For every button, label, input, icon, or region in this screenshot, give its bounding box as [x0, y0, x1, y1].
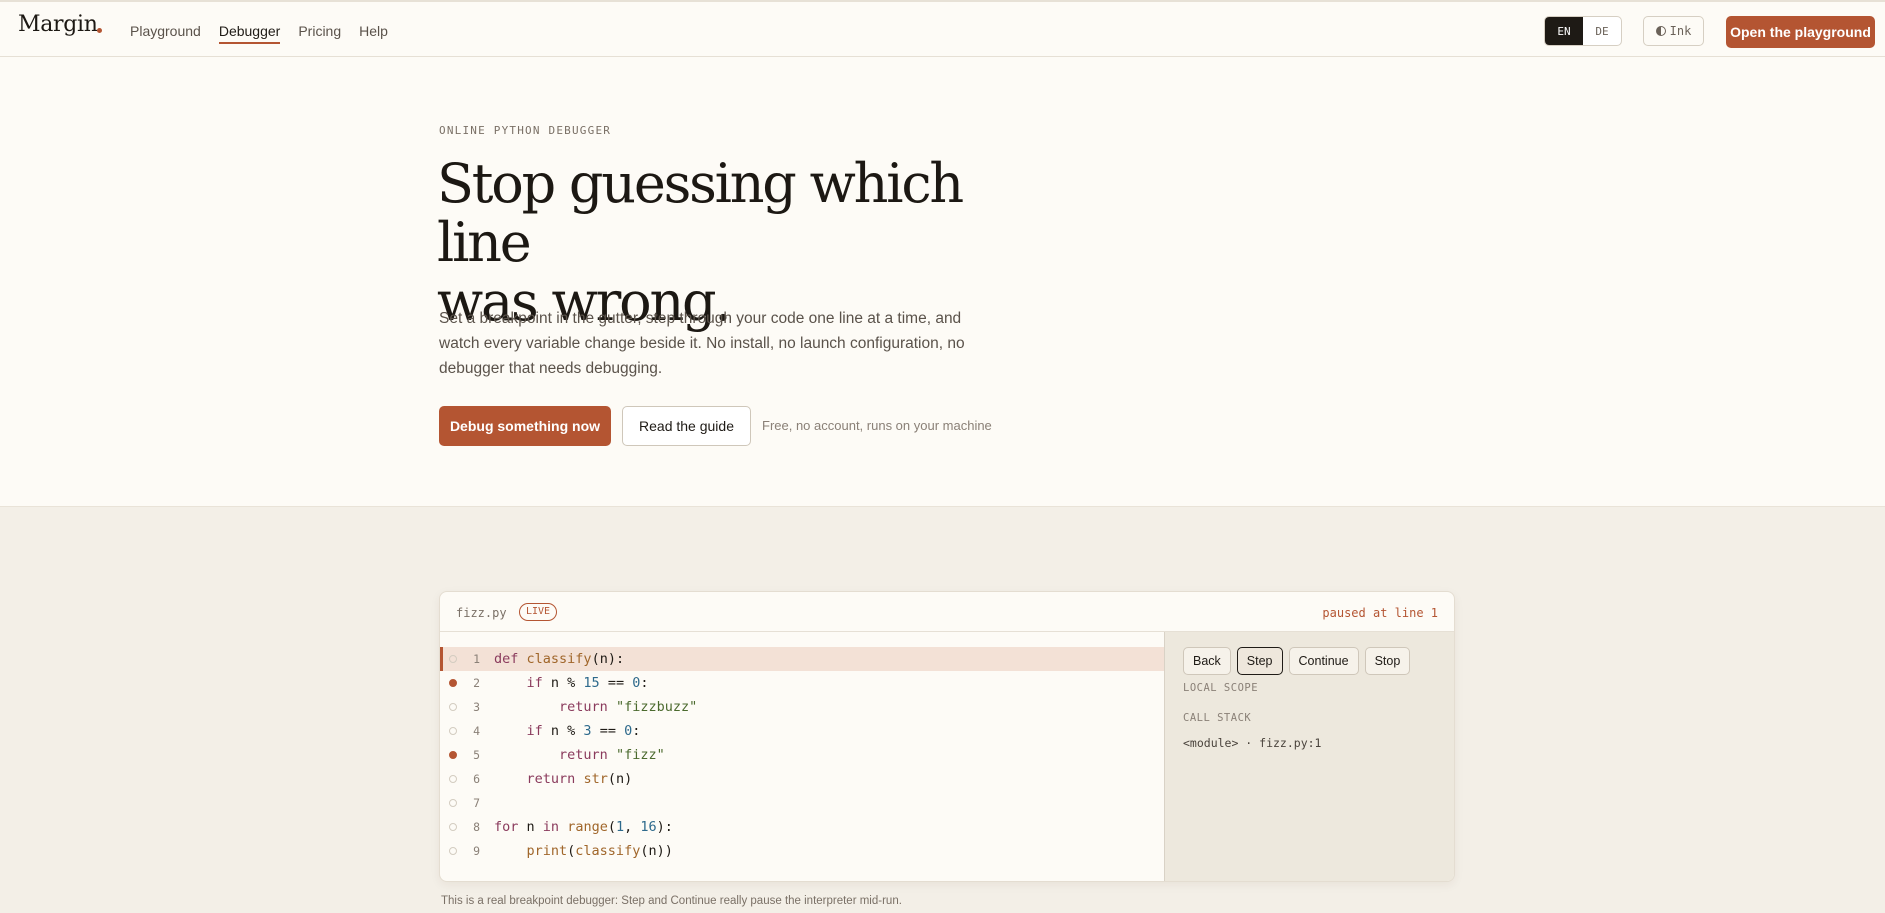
main-nav: Playground Debugger Pricing Help	[130, 22, 388, 44]
code-text: return "fizzbuzz"	[559, 699, 698, 715]
logo[interactable]: Margin	[18, 12, 98, 37]
breakpoint-slot-icon[interactable]	[449, 823, 457, 831]
breakpoint-slot-icon[interactable]	[449, 727, 457, 735]
code-text: return str(n)	[526, 771, 633, 787]
step-button[interactable]: Step	[1236, 647, 1283, 675]
debug-now-button[interactable]: Debug something now	[439, 406, 611, 446]
code-line[interactable]: 9 print(classify(n))	[440, 839, 1164, 863]
line-number: 5	[473, 748, 480, 762]
code-line[interactable]: 8 for n in range(1, 16):	[440, 815, 1164, 839]
code-line[interactable]: 6 return str(n)	[440, 767, 1164, 791]
live-badge: LIVE	[519, 603, 558, 621]
code-text: return "fizz"	[559, 747, 665, 763]
code-line[interactable]: 7	[440, 791, 1164, 815]
logo-dot	[97, 28, 102, 33]
breakpoint-slot-icon[interactable]	[449, 703, 457, 711]
line-number: 8	[473, 820, 480, 834]
open-playground-button[interactable]: Open the playground	[1726, 16, 1875, 48]
language-switcher: EN DE	[1544, 16, 1622, 46]
nav-pricing[interactable]: Pricing	[298, 22, 341, 44]
breakpoint-slot-icon[interactable]	[449, 847, 457, 855]
demo-caption: This is a real breakpoint debugger: Step…	[441, 895, 902, 907]
call-stack-frame[interactable]: <module> · fizz.py:1	[1183, 736, 1321, 750]
code-line[interactable]: 5 return "fizz"	[440, 743, 1164, 767]
code-text: if n % 15 == 0:	[526, 675, 649, 691]
lang-de-button[interactable]: DE	[1583, 17, 1621, 45]
code-text: def classify(n):	[494, 651, 625, 667]
site-header: Margin Playground Debugger Pricing Help …	[0, 2, 1885, 57]
line-number: 9	[473, 844, 480, 858]
code-editor[interactable]: 1 def classify(n): 2 if n % 15 == 0: 3 retu…	[440, 647, 1164, 863]
line-number: 6	[473, 772, 480, 786]
breakpoint-slot-icon[interactable]	[449, 655, 457, 663]
code-line[interactable]: 1 def classify(n):	[440, 647, 1164, 671]
line-number: 3	[473, 700, 480, 714]
lang-en-button[interactable]: EN	[1545, 17, 1583, 45]
hero-title: Stop guessing which line was wrong.	[437, 154, 1037, 331]
continue-button[interactable]: Continue	[1288, 647, 1359, 675]
nav-help[interactable]: Help	[359, 22, 388, 44]
debug-controls: Back Step Continue Stop	[1183, 647, 1411, 675]
breakpoint-dot-icon[interactable]	[449, 751, 457, 759]
debugger-sidebar: Back Step Continue Stop LOCAL SCOPE CALL ST…	[1164, 632, 1454, 881]
code-line[interactable]: 4 if n % 3 == 0:	[440, 719, 1164, 743]
line-number: 7	[473, 796, 480, 810]
nav-playground[interactable]: Playground	[130, 22, 201, 44]
half-circle-icon	[1655, 26, 1666, 36]
hero-eyebrow: ONLINE PYTHON DEBUGGER	[439, 124, 612, 137]
code-text: print(classify(n))	[526, 843, 673, 859]
code-line[interactable]: 3 return "fizzbuzz"	[440, 695, 1164, 719]
line-number: 2	[473, 676, 480, 690]
local-scope-label: LOCAL SCOPE	[1183, 682, 1259, 694]
code-text: for n in range(1, 16):	[494, 819, 673, 835]
back-button[interactable]: Back	[1183, 647, 1231, 675]
breakpoint-dot-icon[interactable]	[449, 679, 457, 687]
line-number: 1	[473, 652, 480, 666]
code-text: if n % 3 == 0:	[526, 723, 641, 739]
hero-note: Free, no account, runs on your machine	[762, 418, 992, 433]
breakpoint-slot-icon[interactable]	[449, 799, 457, 807]
read-guide-button[interactable]: Read the guide	[622, 406, 751, 446]
line-number: 4	[473, 724, 480, 738]
hero-lede: Set a breakpoint in the gutter, step thr…	[439, 310, 965, 377]
debugger-panel: fizz.py LIVE paused at line 1 1 def class…	[439, 591, 1455, 882]
nav-debugger[interactable]: Debugger	[218, 22, 281, 44]
hero-title-line1: Stop guessing which line	[437, 152, 964, 274]
file-name: fizz.py	[456, 606, 507, 620]
theme-toggle[interactable]: Ink	[1643, 16, 1704, 46]
code-line[interactable]: 2 if n % 15 == 0:	[440, 671, 1164, 695]
debug-status: paused at line 1	[1322, 606, 1438, 620]
debugger-header: fizz.py LIVE paused at line 1	[440, 592, 1454, 632]
theme-label: Ink	[1669, 24, 1692, 38]
stop-button[interactable]: Stop	[1364, 647, 1411, 675]
call-stack-label: CALL STACK	[1183, 712, 1252, 724]
breakpoint-slot-icon[interactable]	[449, 775, 457, 783]
